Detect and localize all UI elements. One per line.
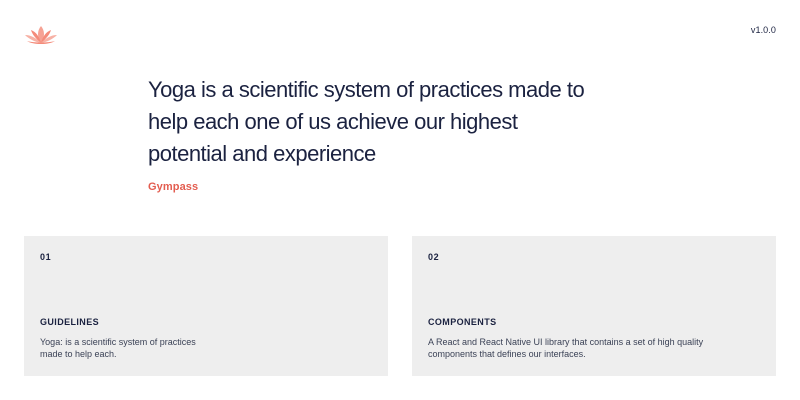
lotus-icon[interactable] [24, 24, 58, 46]
card-title: GUIDELINES [40, 317, 100, 327]
guidelines-card[interactable]: 01 GUIDELINES Yoga: is a scientific syst… [24, 236, 388, 376]
hero-quote: Yoga is a scientific system of practices… [148, 77, 585, 166]
components-card[interactable]: 02 COMPONENTS A React and React Native U… [412, 236, 776, 376]
card-number: 01 [40, 252, 52, 262]
cards-section: 01 GUIDELINES Yoga: is a scientific syst… [24, 236, 776, 376]
card-description: Yoga: is a scientific system of practice… [40, 337, 196, 359]
card-title: COMPONENTS [428, 317, 497, 327]
hero-author: Gympass [148, 181, 199, 193]
card-number: 02 [428, 252, 440, 262]
version-label: v1.0.0 [750, 25, 776, 35]
hero-section: Yoga is a scientific system of practices… [148, 74, 588, 193]
card-description: A React and React Native UI library that… [428, 337, 704, 359]
